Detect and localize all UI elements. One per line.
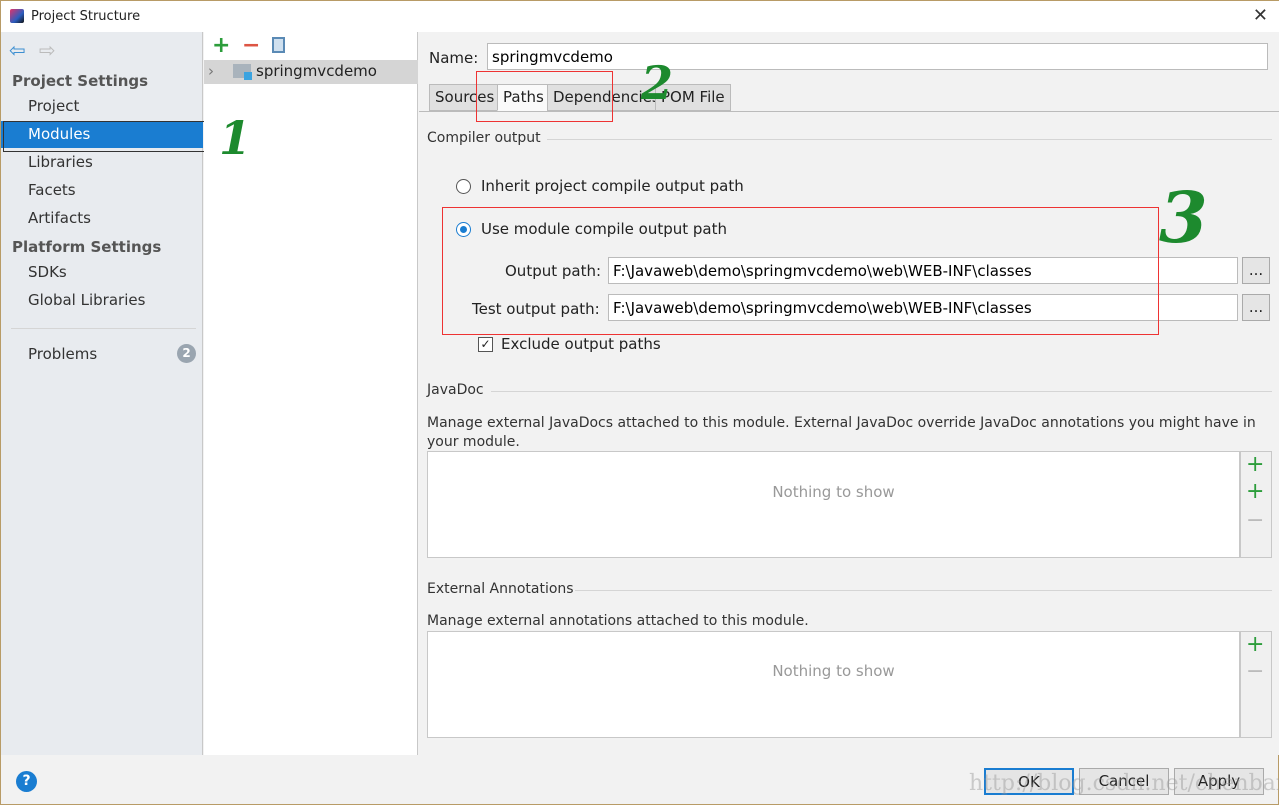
name-input[interactable] [487, 43, 1268, 70]
annotation-3: 3 [1159, 176, 1208, 259]
empty-text: Nothing to show [772, 483, 895, 501]
back-arrow-icon[interactable]: ⇦ [9, 38, 26, 62]
window-title: Project Structure [31, 9, 141, 24]
javadoc-heading: JavaDoc [427, 382, 484, 398]
remove-icon[interactable]: − [242, 33, 260, 58]
inherit-label[interactable]: Inherit project compile output path [481, 177, 744, 195]
annotation-box-output [442, 207, 1159, 335]
tree-row-springmvcdemo[interactable]: › springmvcdemo [204, 60, 418, 84]
title-bar: Project Structure ✕ [1, 1, 1279, 32]
compiler-output-heading: Compiler output [427, 130, 541, 146]
annotation-box-modules [3, 121, 206, 152]
remove-icon[interactable]: − [1246, 508, 1264, 533]
sidebar-item-libraries[interactable]: Libraries [1, 149, 203, 176]
help-button[interactable]: ? [16, 771, 37, 792]
test-output-browse-button[interactable]: ... [1242, 294, 1270, 321]
module-settings-panel: Name: Sources Paths Dependencies POM Fil… [419, 32, 1279, 755]
add-icon[interactable]: + [212, 33, 230, 58]
divider [491, 391, 1272, 392]
annotation-box-tabs [476, 71, 613, 122]
sidebar-item-artifacts[interactable]: Artifacts [1, 205, 203, 232]
annotation-2: 2 [641, 56, 674, 110]
module-badge-icon [244, 72, 252, 80]
add-icon[interactable]: + [1246, 452, 1264, 477]
external-annotations-description: Manage external annotations attached to … [427, 613, 809, 629]
annotations-list[interactable]: Nothing to show [427, 631, 1240, 738]
sidebar-item-global-libraries[interactable]: Global Libraries [1, 287, 203, 314]
name-label: Name: [429, 49, 479, 67]
sidebar-item-project[interactable]: Project [1, 93, 203, 120]
forward-arrow-icon[interactable]: ⇨ [39, 38, 56, 62]
problems-badge: 2 [177, 344, 196, 363]
annotations-toolbar: + − [1240, 631, 1272, 738]
javadoc-toolbar: + + − [1240, 451, 1272, 558]
platform-settings-heading: Platform Settings [12, 238, 162, 256]
empty-text: Nothing to show [772, 662, 895, 680]
sidebar-item-sdks[interactable]: SDKs [1, 259, 203, 286]
divider [547, 139, 1272, 140]
add-url-icon[interactable]: + [1246, 479, 1264, 504]
add-icon[interactable]: + [1246, 632, 1264, 657]
annotation-1: 1 [219, 111, 252, 165]
exclude-label[interactable]: Exclude output paths [501, 335, 661, 353]
divider [575, 590, 1272, 591]
app-icon [10, 9, 24, 23]
output-browse-button[interactable]: ... [1242, 257, 1270, 284]
sidebar-item-problems[interactable]: Problems [1, 341, 203, 368]
chevron-right-icon[interactable]: › [208, 62, 214, 80]
sidebar-item-facets[interactable]: Facets [1, 177, 203, 204]
watermark: http://blog.csdn.net/chenbanwa [969, 771, 1279, 796]
external-annotations-heading: External Annotations [427, 581, 574, 597]
project-settings-heading: Project Settings [12, 72, 149, 90]
close-button[interactable]: ✕ [1253, 5, 1268, 26]
inherit-radio[interactable] [456, 179, 471, 194]
divider [11, 328, 196, 329]
javadoc-list[interactable]: Nothing to show [427, 451, 1240, 558]
javadoc-description: Manage external JavaDocs attached to thi… [427, 415, 1256, 450]
module-name: springmvcdemo [256, 62, 377, 80]
exclude-checkbox[interactable]: ✓ [478, 337, 493, 352]
copy-icon[interactable] [272, 37, 285, 53]
remove-icon[interactable]: − [1246, 659, 1264, 684]
